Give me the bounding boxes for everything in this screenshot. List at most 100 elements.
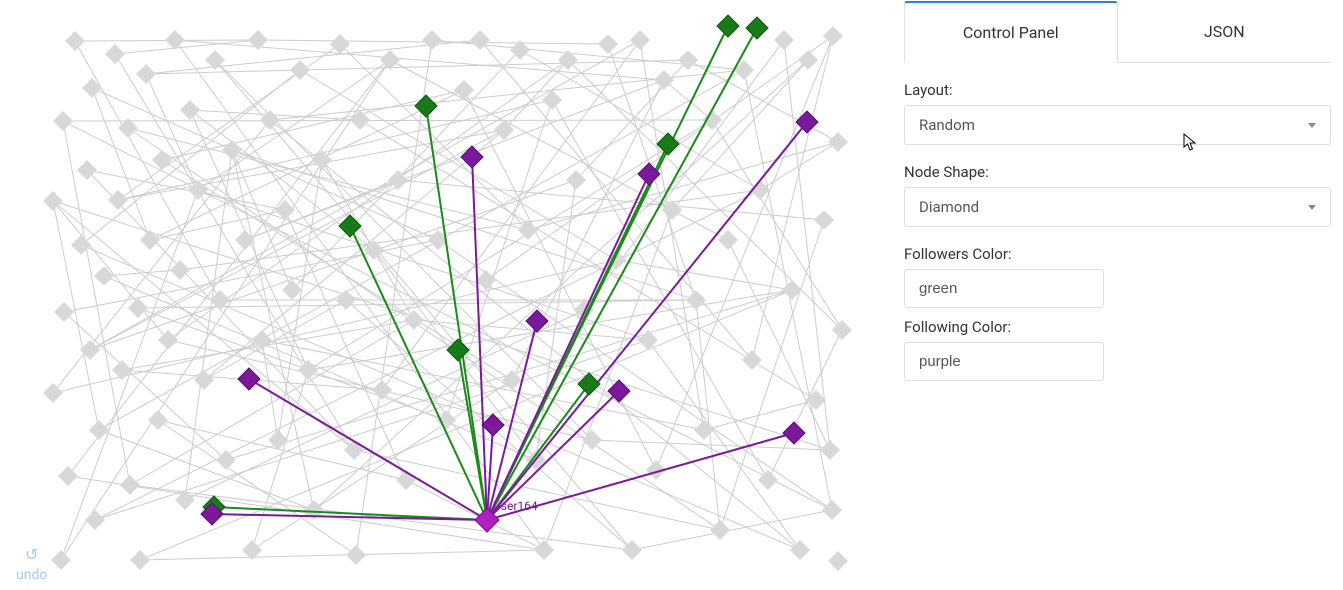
bg-edge [285, 210, 406, 480]
bg-node[interactable] [622, 540, 642, 560]
follower-node[interactable] [746, 17, 768, 39]
bg-edge [688, 60, 838, 142]
node-shape-label: Node Shape: [904, 163, 1331, 181]
tab-control-panel[interactable]: Control Panel [904, 1, 1118, 63]
node-shape-select[interactable]: Diamond [904, 187, 1331, 227]
undo-button[interactable]: ↺ undo [16, 545, 47, 584]
followers-color-label: Followers Color: [904, 245, 1331, 263]
bg-node[interactable] [158, 330, 178, 350]
bg-node[interactable] [260, 110, 280, 130]
chevron-down-icon [1308, 205, 1316, 210]
bg-edge [504, 60, 568, 130]
bg-node[interactable] [120, 475, 140, 495]
bg-edge [262, 340, 278, 440]
bg-edge [63, 121, 832, 510]
bg-node[interactable] [758, 470, 778, 490]
bg-node[interactable] [694, 420, 714, 440]
bg-edge [664, 80, 712, 120]
bg-node[interactable] [51, 550, 71, 570]
bg-edge [584, 40, 784, 310]
following-color-input[interactable] [904, 342, 1104, 381]
bg-node[interactable] [598, 34, 618, 54]
bg-node[interactable] [350, 110, 370, 130]
bg-node[interactable] [828, 551, 848, 571]
bg-node[interactable] [534, 540, 554, 560]
bg-node[interactable] [140, 230, 160, 250]
following-edge [212, 514, 487, 520]
bg-node[interactable] [170, 260, 190, 280]
bg-node[interactable] [364, 240, 384, 260]
following-node[interactable] [238, 368, 260, 390]
bg-node[interactable] [828, 132, 848, 152]
bg-node[interactable] [222, 140, 242, 160]
bg-node[interactable] [136, 64, 156, 84]
bg-edge [63, 120, 712, 121]
undo-icon: ↺ [16, 545, 47, 566]
bg-node[interactable] [71, 235, 91, 255]
followers-color-input[interactable] [904, 269, 1104, 308]
bg-node[interactable] [654, 70, 674, 90]
follower-node[interactable] [415, 95, 437, 117]
bg-node[interactable] [53, 111, 73, 131]
bg-node[interactable] [380, 50, 400, 70]
following-node[interactable] [461, 146, 483, 168]
bg-node[interactable] [822, 500, 842, 520]
follower-edge [350, 226, 487, 520]
bg-node[interactable] [782, 280, 802, 300]
sidebar: Control Panel JSON Layout: Random Node S… [880, 0, 1343, 590]
follower-node[interactable] [578, 373, 600, 395]
layout-select[interactable]: Random [904, 105, 1331, 145]
bg-edge [140, 550, 544, 560]
bg-node[interactable] [108, 190, 128, 210]
graph-canvas[interactable]: User164 ↺ undo [0, 0, 880, 590]
bg-node[interactable] [82, 78, 102, 98]
bg-node[interactable] [476, 270, 496, 290]
bg-edge [92, 88, 150, 240]
undo-label: undo [16, 566, 47, 584]
bg-node[interactable] [814, 210, 834, 230]
bg-node[interactable] [85, 510, 105, 530]
bg-node[interactable] [346, 545, 366, 565]
bg-node[interactable] [65, 31, 85, 51]
bg-node[interactable] [94, 266, 114, 286]
bg-node[interactable] [80, 340, 100, 360]
bg-node[interactable] [180, 100, 200, 120]
bg-node[interactable] [718, 230, 738, 250]
bg-edge [232, 150, 314, 510]
bg-node[interactable] [454, 80, 474, 100]
bg-edge [356, 40, 432, 555]
bg-node[interactable] [58, 466, 78, 486]
bg-node[interactable] [436, 410, 456, 430]
bg-node[interactable] [105, 44, 125, 64]
bg-node[interactable] [422, 30, 442, 50]
bg-node[interactable] [194, 370, 214, 390]
bg-node[interactable] [470, 30, 490, 50]
bg-node[interactable] [774, 30, 794, 50]
chevron-down-icon [1308, 123, 1316, 128]
bg-node[interactable] [128, 298, 148, 318]
bg-edge [118, 100, 552, 200]
bg-node[interactable] [89, 420, 109, 440]
bg-edge [640, 40, 704, 430]
follower-edge [487, 28, 757, 520]
center-node-label: User164 [493, 499, 538, 513]
bg-edge [115, 54, 354, 450]
bg-edge [656, 36, 833, 470]
follower-node[interactable] [717, 15, 739, 37]
bg-node[interactable] [790, 540, 810, 560]
bg-node[interactable] [43, 383, 63, 403]
tabs: Control Panel JSON [904, 0, 1331, 63]
tab-json[interactable]: JSON [1118, 1, 1332, 63]
bg-edge [138, 308, 446, 420]
bg-edge [162, 90, 464, 160]
bg-node[interactable] [742, 350, 762, 370]
bg-node[interactable] [710, 520, 730, 540]
bg-node[interactable] [823, 26, 843, 46]
layout-label: Layout: [904, 81, 1331, 99]
bg-node[interactable] [630, 30, 650, 50]
bg-node[interactable] [148, 410, 168, 430]
bg-edge [115, 40, 258, 54]
bg-node[interactable] [130, 550, 150, 570]
bg-node[interactable] [820, 440, 840, 460]
bg-node[interactable] [43, 191, 63, 211]
